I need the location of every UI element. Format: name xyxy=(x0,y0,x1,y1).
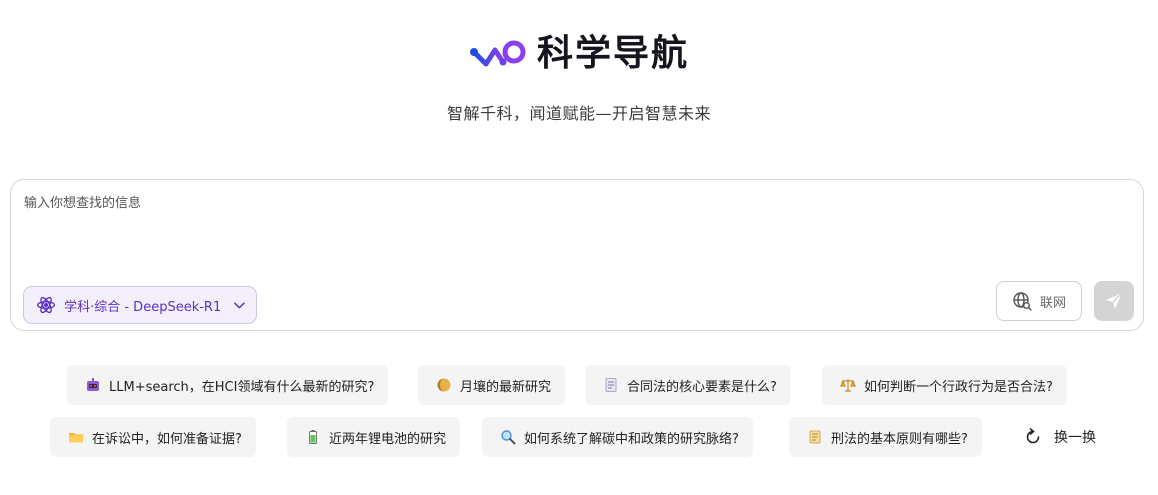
chevron-down-icon xyxy=(234,302,245,309)
robot-icon xyxy=(87,378,99,391)
search-box: 学科·综合 - DeepSeek-R1 联网 xyxy=(10,179,1144,331)
send-icon xyxy=(1106,292,1123,309)
logo: 科学导航 xyxy=(0,32,1158,76)
suggestion-chip[interactable]: 在诉讼中，如何准备证据? xyxy=(50,417,256,457)
page-subtitle: 智解千科，闻道赋能—开启智慧未来 xyxy=(446,104,711,123)
moon-icon xyxy=(437,378,451,392)
suggestion-chip[interactable]: LLM+search，在HCI领域有什么最新的研究? xyxy=(67,365,389,405)
web-search-toggle[interactable]: 联网 xyxy=(996,281,1082,321)
suggestion-chip[interactable]: 合同法的核心要素是什么? xyxy=(585,365,791,405)
send-button[interactable] xyxy=(1094,281,1134,321)
atom-icon xyxy=(37,296,56,314)
suggestion-chip[interactable]: 月壤的最新研究 xyxy=(418,365,566,405)
battery-icon xyxy=(309,430,317,444)
web-search-label: 联网 xyxy=(1039,295,1066,311)
document-icon xyxy=(605,378,617,392)
page-title: 科学导航 xyxy=(536,33,689,74)
suggestion-chip[interactable]: 近两年锂电池的研究 xyxy=(287,417,461,457)
scales-icon xyxy=(840,379,856,392)
suggestion-chip[interactable]: 如何系统了解碳中和政策的研究脉络? xyxy=(482,417,753,457)
magnifier-icon xyxy=(501,430,516,445)
scroll-icon xyxy=(809,430,821,444)
folder-icon xyxy=(69,433,83,443)
refresh-icon xyxy=(1026,428,1040,444)
refresh-suggestions-button[interactable]: 换一换 xyxy=(1024,417,1096,457)
globe-search-icon xyxy=(1013,292,1032,311)
logo-mark-icon xyxy=(469,40,526,67)
model-select-label: 学科·综合 - DeepSeek-R1 xyxy=(64,299,222,315)
model-select[interactable]: 学科·综合 - DeepSeek-R1 xyxy=(23,286,257,324)
suggestion-chip[interactable]: 刑法的基本原则有哪些? xyxy=(789,417,982,457)
search-input[interactable] xyxy=(24,192,1124,272)
suggestion-chip[interactable]: 如何判断一个行政行为是否合法? xyxy=(822,365,1067,405)
